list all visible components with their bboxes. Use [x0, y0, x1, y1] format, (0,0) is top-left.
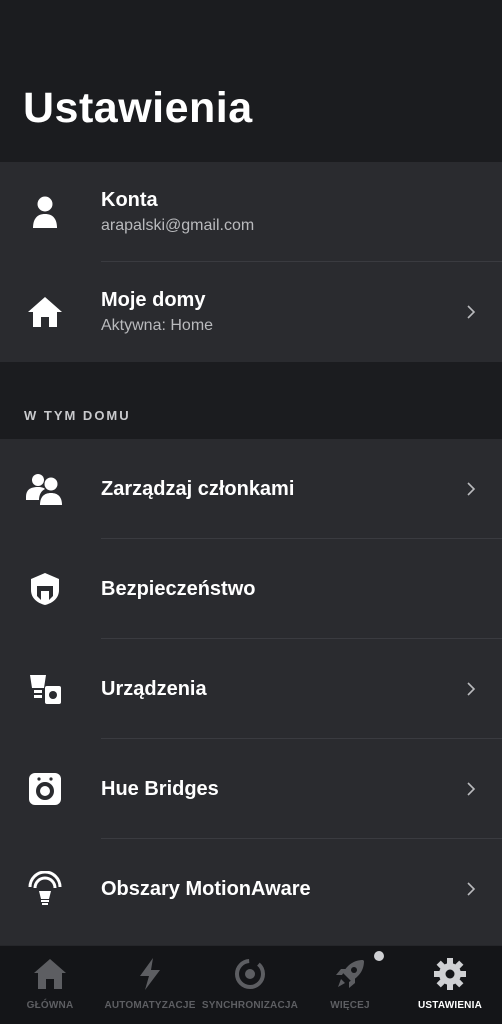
section-label: W TYM DOMU	[24, 408, 131, 423]
devices-icon	[25, 669, 65, 709]
nav-more[interactable]: WIĘCEJ	[300, 946, 400, 1024]
sync-icon	[235, 959, 265, 989]
my-homes-active: Aktywna: Home	[101, 317, 214, 334]
home-icon	[25, 292, 65, 332]
home-icon	[34, 959, 66, 989]
devices-row[interactable]: Urządzenia	[0, 639, 502, 739]
account-card: Konta arapalski@gmail.com Moje domy Akty…	[0, 162, 502, 362]
hue-bridges-title: Hue Bridges	[101, 778, 219, 800]
home-card: Zarządzaj członkami Bezpieczeństwo Urząd…	[0, 439, 502, 949]
nav-label: AUTOMATYZACJE	[104, 1000, 196, 1011]
person-icon	[25, 192, 65, 232]
bottom-nav: GŁÓWNA AUTOMATYZACJE SYNCHRONIZACJA WIĘC…	[0, 945, 502, 1024]
chevron-right-icon	[467, 305, 476, 319]
members-icon	[25, 469, 65, 509]
header: Ustawienia	[0, 0, 502, 160]
nav-label: GŁÓWNA	[26, 1000, 74, 1011]
my-homes-title: Moje domy	[101, 289, 206, 311]
security-title: Bezpieczeństwo	[101, 578, 256, 600]
nav-sync[interactable]: SYNCHRONIZACJA	[200, 946, 300, 1024]
bridge-icon	[25, 769, 65, 809]
motionaware-row[interactable]: Obszary MotionAware	[0, 839, 502, 939]
chevron-right-icon	[467, 482, 476, 496]
security-row[interactable]: Bezpieczeństwo	[0, 539, 502, 639]
my-homes-row[interactable]: Moje domy Aktywna: Home	[0, 262, 502, 362]
notification-dot	[374, 951, 384, 961]
nav-home[interactable]: GŁÓWNA	[0, 946, 100, 1024]
accounts-title: Konta	[101, 189, 158, 211]
chevron-right-icon	[467, 882, 476, 896]
nav-automations[interactable]: AUTOMATYZACJE	[100, 946, 200, 1024]
rocket-icon	[336, 960, 364, 988]
security-shield-icon	[25, 569, 65, 609]
motionaware-title: Obszary MotionAware	[101, 878, 311, 900]
nav-settings[interactable]: USTAWIENIA	[400, 946, 500, 1024]
nav-label: WIĘCEJ	[330, 1000, 370, 1011]
accounts-email: arapalski@gmail.com	[101, 217, 255, 234]
chevron-right-icon	[467, 782, 476, 796]
accounts-row[interactable]: Konta arapalski@gmail.com	[0, 162, 502, 262]
gear-icon	[434, 958, 466, 990]
page-title: Ustawienia	[23, 84, 253, 132]
manage-members-row[interactable]: Zarządzaj członkami	[0, 439, 502, 539]
nav-label: SYNCHRONIZACJA	[201, 1000, 299, 1011]
nav-label: USTAWIENIA	[417, 1000, 483, 1011]
devices-title: Urządzenia	[101, 678, 207, 700]
lightning-icon	[140, 958, 160, 990]
hue-bridges-row[interactable]: Hue Bridges	[0, 739, 502, 839]
motion-aware-icon	[25, 869, 65, 909]
manage-members-title: Zarządzaj członkami	[101, 478, 295, 500]
chevron-right-icon	[467, 682, 476, 696]
